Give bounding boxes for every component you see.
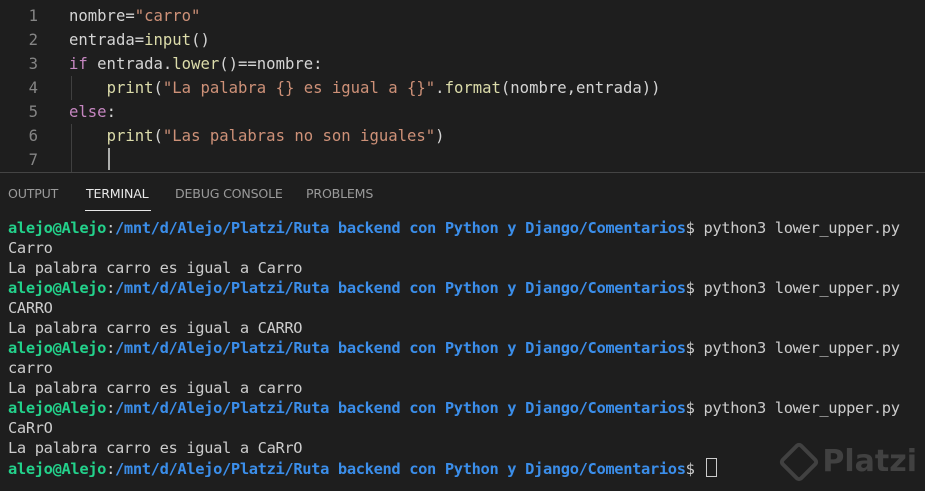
prompt-user: alejo@Alejo <box>8 219 107 237</box>
terminal-output-line: carro <box>8 359 53 377</box>
code-line[interactable]: 7 <box>0 148 925 172</box>
prompt-path: /mnt/d/Alejo/Platzi/Ruta backend con Pyt… <box>115 399 686 417</box>
code-editor[interactable]: 1 nombre="carro" 2 entrada=input() 3 if entra… <box>0 0 925 172</box>
terminal-prompt-line: alejo@Alejo:/mnt/d/Alejo/Platzi/Ruta bac… <box>8 218 925 238</box>
prompt-separator: : <box>106 279 115 297</box>
code-token: print <box>106 127 154 145</box>
terminal-output-line: La palabra carro es igual a CARRO <box>8 319 303 337</box>
prompt-path: /mnt/d/Alejo/Platzi/Ruta backend con Pyt… <box>115 279 686 297</box>
code-token: () <box>191 31 210 49</box>
code-token: entrada. <box>87 55 173 73</box>
code-line[interactable]: 1 nombre="carro" <box>0 4 925 28</box>
code-token: "Las palabras no son iguales" <box>162 127 436 145</box>
code-token: lower <box>172 55 220 73</box>
terminal-output-line: La palabra carro es igual a carro <box>8 379 303 397</box>
code-token: else <box>69 103 107 121</box>
line-number: 1 <box>28 7 38 25</box>
code-text: print("La palabra {} es igual a {}".form… <box>69 76 661 100</box>
prompt-path: /mnt/d/Alejo/Platzi/Ruta backend con Pyt… <box>115 219 686 237</box>
line-number: 3 <box>28 55 38 73</box>
code-token: print <box>106 79 154 97</box>
code-token: if <box>69 55 88 73</box>
code-token: : <box>106 103 116 121</box>
code-token: ( <box>153 79 163 97</box>
line-number: 7 <box>28 151 38 169</box>
code-line[interactable]: 3 if entrada.lower()==nombre: <box>0 52 925 76</box>
prompt-symbol: $ <box>685 339 695 357</box>
prompt-command: python3 lower_upper.py <box>694 399 900 417</box>
code-line[interactable]: 6 print("Las palabras no son iguales") <box>0 124 925 148</box>
code-token: ) <box>435 127 445 145</box>
terminal-cursor <box>706 458 718 477</box>
active-tab-indicator <box>85 210 151 211</box>
platzi-logo-icon <box>778 440 821 483</box>
line-number: 4 <box>28 79 38 97</box>
watermark-text: Platzi <box>822 444 917 479</box>
prompt-symbol: $ <box>685 279 695 297</box>
code-token: nombre= <box>69 7 135 25</box>
code-text: nombre="carro" <box>69 4 200 28</box>
prompt-command: python3 lower_upper.py <box>694 279 900 297</box>
tab-problems[interactable]: PROBLEMS <box>306 186 373 201</box>
code-line[interactable]: 2 entrada=input() <box>0 28 925 52</box>
prompt-separator: : <box>106 399 115 417</box>
code-token: format <box>444 79 501 97</box>
prompt-path: /mnt/d/Alejo/Platzi/Ruta backend con Pyt… <box>115 460 686 478</box>
tab-terminal[interactable]: TERMINAL <box>86 186 149 201</box>
terminal-prompt-line: alejo@Alejo:/mnt/d/Alejo/Platzi/Ruta bac… <box>8 278 925 298</box>
terminal-output-line: CARRO <box>8 299 53 317</box>
prompt-separator: : <box>106 460 115 478</box>
terminal-output-line: Carro <box>8 239 53 257</box>
terminal-prompt-line: alejo@Alejo:/mnt/d/Alejo/Platzi/Ruta bac… <box>8 398 925 418</box>
line-number: 2 <box>28 31 38 49</box>
prompt-command: python3 lower_upper.py <box>694 339 900 357</box>
prompt-separator: : <box>106 219 115 237</box>
prompt-symbol: $ <box>685 219 695 237</box>
prompt-user: alejo@Alejo <box>8 279 107 297</box>
prompt-command <box>695 460 704 478</box>
terminal-output-line: CaRrO <box>8 419 53 437</box>
code-text: print("Las palabras no son iguales") <box>69 124 445 148</box>
tab-output[interactable]: OUTPUT <box>8 186 58 201</box>
code-text: entrada=input() <box>69 28 210 52</box>
code-token: entrada= <box>69 31 145 49</box>
prompt-user: alejo@Alejo <box>8 460 107 478</box>
code-token: input <box>144 31 192 49</box>
code-line[interactable]: 4 print("La palabra {} es igual a {}".fo… <box>0 76 925 100</box>
prompt-user: alejo@Alejo <box>8 339 107 357</box>
code-token: "La palabra {} es igual a {}" <box>162 79 436 97</box>
terminal-output-line: La palabra carro es igual a Carro <box>8 259 303 277</box>
code-token: ( <box>153 127 163 145</box>
terminal-prompt-line: alejo@Alejo:/mnt/d/Alejo/Platzi/Ruta bac… <box>8 338 925 358</box>
code-token: . <box>435 79 445 97</box>
code-token: (nombre,entrada)) <box>500 79 661 97</box>
prompt-symbol: $ <box>685 399 695 417</box>
prompt-separator: : <box>106 339 115 357</box>
code-line[interactable]: 5 else: <box>0 100 925 124</box>
code-token: ()==nombre: <box>219 55 323 73</box>
code-text: if entrada.lower()==nombre: <box>69 52 323 76</box>
panel-tab-bar: OUTPUT TERMINAL DEBUG CONSOLE PROBLEMS <box>0 173 925 213</box>
prompt-symbol: $ <box>685 460 695 478</box>
watermark: Platzi <box>778 440 917 483</box>
line-number: 5 <box>28 103 38 121</box>
code-token: "carro" <box>134 7 201 25</box>
prompt-path: /mnt/d/Alejo/Platzi/Ruta backend con Pyt… <box>115 339 686 357</box>
code-text: else: <box>69 100 116 124</box>
prompt-user: alejo@Alejo <box>8 399 107 417</box>
tab-debug-console[interactable]: DEBUG CONSOLE <box>175 186 283 201</box>
prompt-command: python3 lower_upper.py <box>694 219 900 237</box>
text-cursor <box>108 148 110 170</box>
line-number: 6 <box>28 127 38 145</box>
